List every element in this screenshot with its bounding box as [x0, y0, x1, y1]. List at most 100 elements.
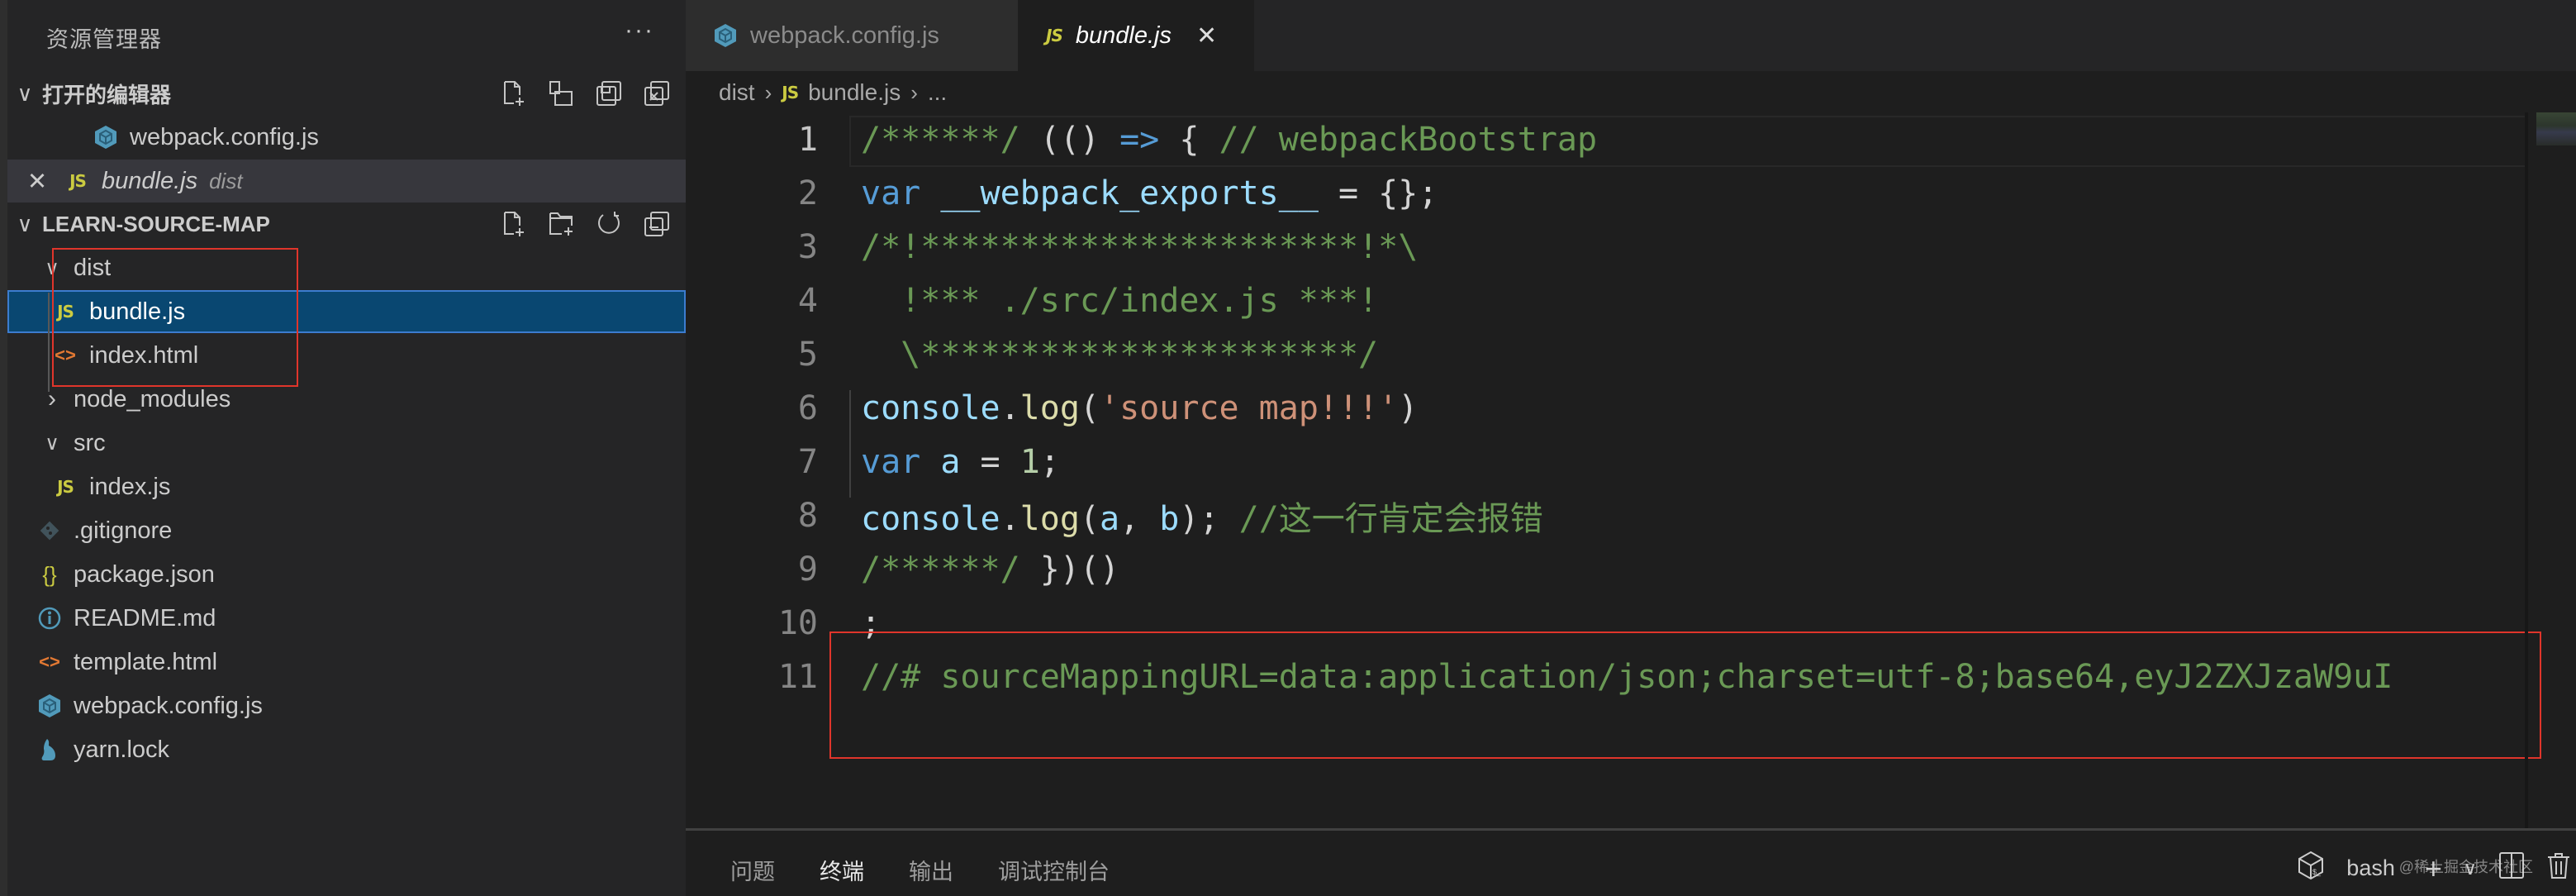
terminal-name[interactable]: bash — [2346, 855, 2395, 881]
line-number: 4 — [797, 281, 818, 320]
activity-bar-edge — [0, 0, 7, 896]
code-token: console — [861, 499, 1000, 538]
code-line[interactable]: 5 \**********************/ — [686, 327, 2525, 381]
panel-tab-terminal[interactable]: 终端 — [820, 854, 864, 886]
refresh-icon[interactable] — [595, 210, 623, 238]
tree-indent-guide — [48, 293, 50, 392]
code-line[interactable]: 2 var __webpack_exports__ = {}; — [686, 166, 2525, 220]
open-editor-name: webpack.config.js — [130, 123, 319, 150]
code-token: (() — [1019, 120, 1120, 159]
project-label: LEARN-SOURCE-MAP — [42, 211, 270, 236]
tree-item-label: template.html — [74, 648, 218, 675]
webpack-icon — [93, 125, 118, 150]
js-icon: JS — [69, 171, 87, 191]
code-token: /******/ — [861, 550, 1020, 589]
tree-folder-dist[interactable]: ∨ dist — [7, 246, 686, 289]
breadcrumb-item[interactable]: dist — [719, 79, 755, 106]
tree-file-readme[interactable]: README.md — [7, 597, 686, 640]
new-file-icon[interactable] — [499, 210, 527, 238]
line-content: ; — [861, 604, 881, 642]
html-icon: <> — [55, 345, 76, 365]
tree-file-package-json[interactable]: {} package.json — [7, 553, 686, 596]
tab-bundle-js[interactable]: JS bundle.js ✕ — [1018, 0, 1254, 71]
line-number: 6 — [797, 388, 818, 427]
code-token: 'source map!!!' — [1100, 388, 1399, 427]
toggle-vertical-icon[interactable] — [547, 79, 575, 107]
code-token: //这一行肯定会报错 — [1238, 499, 1543, 538]
tree-file-index-html[interactable]: <> index.html — [7, 334, 686, 377]
code-line[interactable]: 6 console.log('source map!!!') — [686, 381, 2525, 435]
collapse-all-icon[interactable] — [643, 210, 671, 238]
minimap[interactable] — [2536, 112, 2576, 145]
vertical-scrollbar[interactable] — [2525, 112, 2528, 828]
panel-tabs: 问题 终端 输出 调试控制台 — [730, 854, 1110, 886]
tree-folder-src[interactable]: ∨ src — [7, 422, 686, 465]
chevron-down-icon: ∨ — [17, 211, 33, 236]
line-content: /*!**********************!*\ — [861, 228, 1418, 266]
new-folder-icon[interactable] — [547, 210, 575, 238]
code-line[interactable]: 10; — [686, 596, 2525, 650]
tab-webpack-config[interactable]: webpack.config.js — [686, 0, 1018, 71]
open-editor-item[interactable]: webpack.config.js — [7, 116, 686, 159]
code-line[interactable]: 7 var a = 1; — [686, 435, 2525, 489]
chevron-right-icon: › — [48, 385, 56, 412]
line-number: 5 — [797, 335, 818, 374]
tree-item-label: yarn.lock — [74, 736, 170, 763]
chevron-right-icon: › — [764, 79, 772, 105]
terminal-shell-icon: $_ — [2297, 851, 2325, 886]
code-line[interactable]: 8 console.log(a, b); //这一行肯定会报错 — [686, 489, 2525, 542]
breadcrumb-item[interactable]: bundle.js — [808, 79, 901, 106]
code-token: ); — [1179, 499, 1239, 538]
code-token: = — [960, 442, 1020, 481]
line-content: console.log('source map!!!') — [861, 389, 1418, 427]
panel-tab-problems[interactable]: 问题 — [730, 854, 775, 886]
trash-icon[interactable] — [2546, 851, 2571, 885]
git-icon — [37, 520, 62, 541]
close-icon[interactable]: ✕ — [12, 167, 62, 196]
watermark: @稀土掘金技术社区 — [2398, 859, 2533, 875]
line-content: \**********************/ — [861, 336, 1378, 374]
panel-tab-output[interactable]: 输出 — [909, 854, 953, 886]
tree-file-yarn-lock[interactable]: yarn.lock — [7, 728, 686, 771]
chevron-down-icon: ∨ — [17, 80, 33, 106]
code-line[interactable]: 4 !*** ./src/index.js ***! — [686, 274, 2525, 327]
info-icon — [37, 607, 62, 630]
line-number: 7 — [797, 442, 818, 481]
more-actions-button[interactable]: ··· — [625, 17, 654, 45]
save-all-icon[interactable] — [595, 79, 623, 107]
code-line[interactable]: 1 /******/ (() => { // webpackBootstrap — [686, 112, 2525, 166]
code-editor[interactable]: 1/******/ (() => { // webpackBootstrap 2 v… — [686, 112, 2526, 828]
tree-file-bundle-js[interactable]: JS bundle.js — [7, 290, 686, 333]
tree-folder-node-modules[interactable]: › node_modules — [7, 378, 686, 421]
tree-item-label: package.json — [74, 560, 215, 588]
project-header[interactable]: ∨ LEARN-SOURCE-MAP — [7, 203, 686, 245]
tree-file-index-js[interactable]: JS index.js — [7, 465, 686, 508]
tree-file-webpack-config[interactable]: webpack.config.js — [7, 684, 686, 727]
code-line[interactable]: 11 //# sourceMappingURL=data:application/… — [686, 650, 2525, 703]
close-all-editors-icon[interactable] — [643, 79, 671, 107]
code-token: => — [1119, 120, 1160, 159]
line-content: console.log(a, b); //这一行肯定会报错 — [861, 492, 1543, 540]
code-token: //# sourceMappingURL=data:application/js… — [861, 657, 2393, 696]
open-editor-item-active[interactable]: ✕ JS bundle.js dist — [7, 160, 686, 203]
code-token: ; — [861, 603, 882, 642]
tree-file-gitignore[interactable]: .gitignore — [7, 509, 686, 552]
line-number: 3 — [797, 227, 818, 266]
code-token: . — [1000, 388, 1020, 427]
panel-tab-debug-console[interactable]: 调试控制台 — [998, 854, 1110, 886]
code-token: __webpack_exports__ — [940, 174, 1319, 212]
line-number: 1 — [797, 120, 818, 159]
breadcrumb-item[interactable]: ... — [928, 79, 947, 106]
code-line[interactable]: 3 /*!**********************!*\ — [686, 220, 2525, 274]
line-content: var __webpack_exports__ = {}; — [861, 174, 1438, 212]
open-editors-header[interactable]: ∨ 打开的编辑器 — [7, 73, 686, 114]
breadcrumb: dist › JS bundle.js › ... — [719, 73, 947, 112]
tree-file-template-html[interactable]: <> template.html — [7, 641, 686, 684]
tree-item-label: index.js — [89, 473, 171, 500]
code-line[interactable]: 9 /******/ })() — [686, 542, 2525, 596]
tree-item-label: .gitignore — [74, 517, 173, 544]
code-token: ( — [1079, 499, 1100, 538]
new-file-icon[interactable] — [499, 79, 527, 107]
close-icon[interactable]: ✕ — [1196, 21, 1217, 50]
